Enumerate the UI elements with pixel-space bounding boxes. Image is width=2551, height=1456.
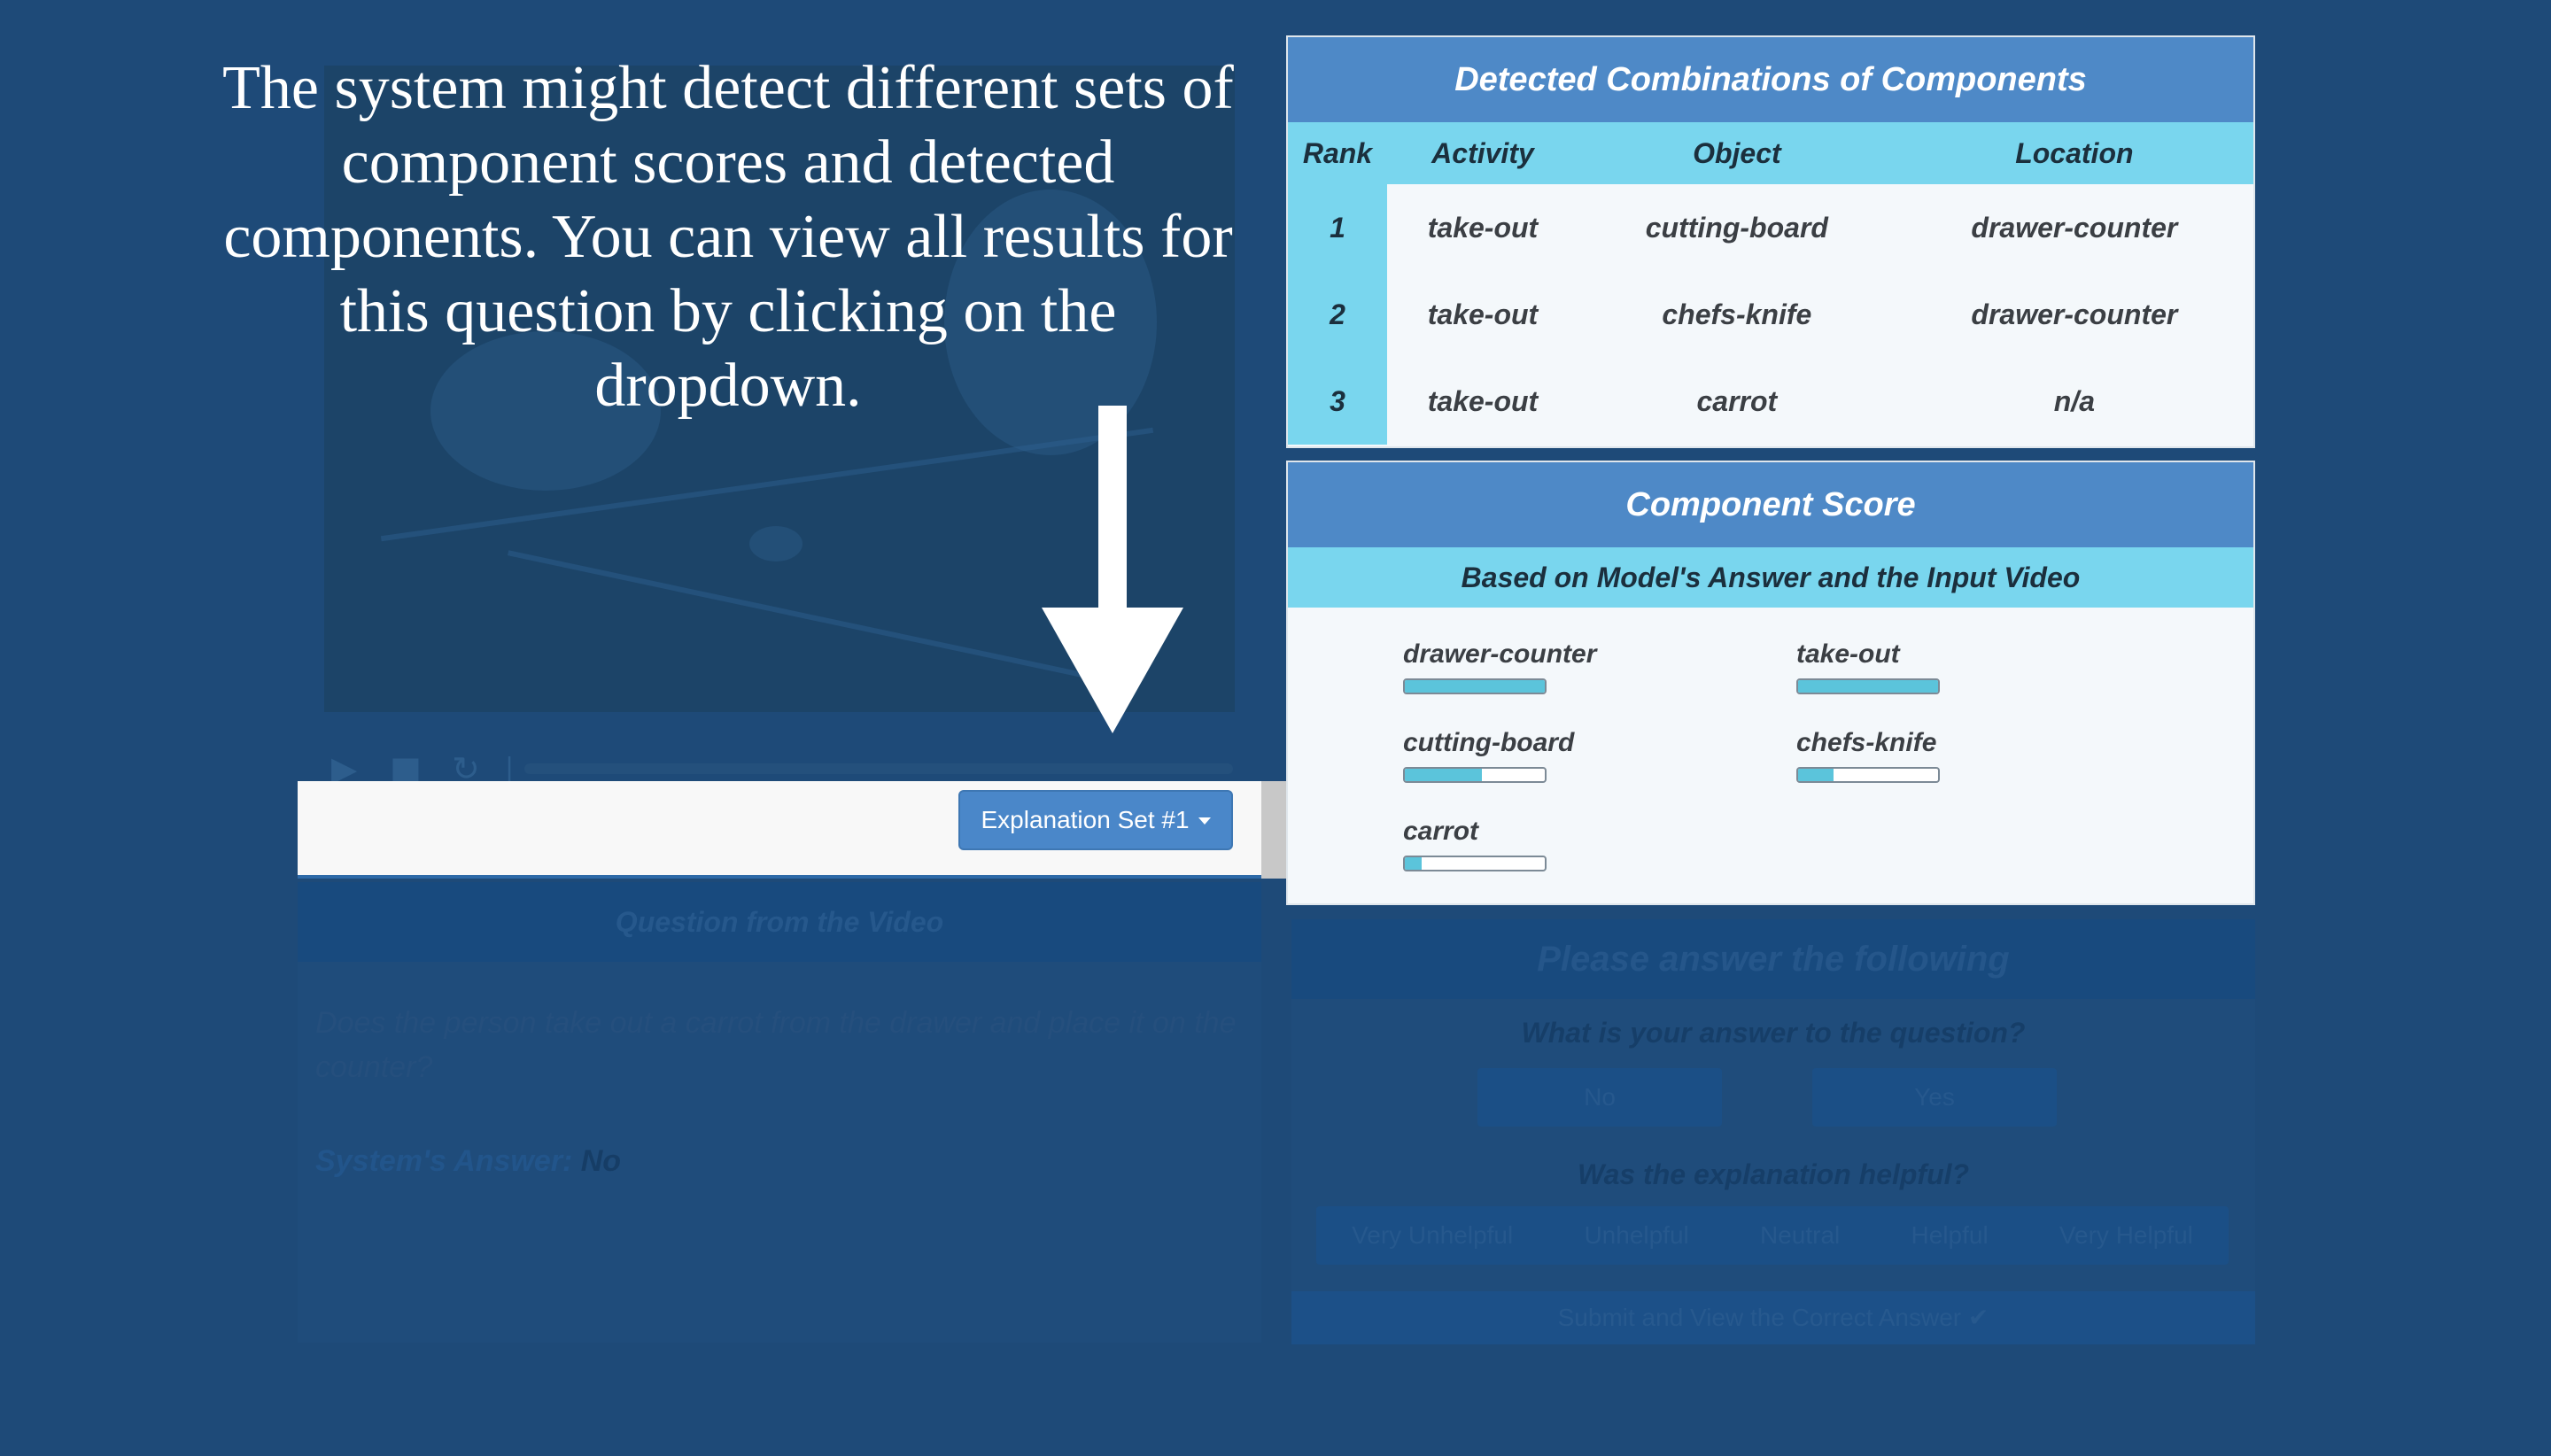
tutorial-instruction-text: The system might detect different sets o…	[222, 54, 1234, 420]
rating-helpful[interactable]: Helpful	[1911, 1221, 1989, 1250]
answer-yes-button[interactable]: Yes	[1812, 1068, 2057, 1127]
submit-label: Submit and View the Correct Answer	[1557, 1304, 1962, 1331]
table-row: 2 take-out chefs-knife drawer-counter	[1288, 271, 2253, 358]
score-item-carrot: carrot	[1403, 817, 1547, 871]
caret-down-icon	[1198, 817, 1211, 825]
score-item-drawer-counter: drawer-counter	[1403, 639, 1596, 694]
score-item-chefs-knife: chefs-knife	[1796, 728, 1940, 783]
score-bar	[1403, 856, 1547, 871]
object-cell: chefs-knife	[1662, 298, 1812, 330]
score-bar-fill	[1405, 680, 1545, 693]
score-bar-fill	[1798, 680, 1938, 693]
rating-neutral[interactable]: Neutral	[1760, 1221, 1840, 1250]
video-seek-bar[interactable]	[524, 763, 1233, 774]
location-cell: drawer-counter	[1971, 298, 2178, 330]
video-frame-detail	[749, 526, 803, 561]
question-text: Does the person take out a carrot from t…	[315, 1006, 1237, 1084]
score-bar	[1796, 678, 1940, 694]
explanation-toolbar: Explanation Set #1	[298, 781, 1261, 879]
answer-no-button[interactable]: No	[1477, 1068, 1722, 1127]
check-circle-icon: ✔	[1967, 1303, 1989, 1332]
column-header-object: Object	[1578, 122, 1896, 184]
activity-cell: take-out	[1427, 298, 1539, 330]
helpfulness-rating-group: Very Unhelpful Unhelpful Neutral Helpful…	[1316, 1206, 2229, 1265]
detected-combinations-panel: Detected Combinations of Components Rank…	[1286, 35, 2255, 448]
column-header-activity: Activity	[1387, 122, 1578, 184]
rank-cell: 2	[1288, 271, 1387, 358]
score-bar	[1403, 767, 1547, 783]
activity-cell: take-out	[1427, 211, 1539, 244]
play-icon[interactable]: ▶	[331, 752, 363, 786]
system-answer-value: No	[580, 1144, 622, 1178]
column-header-rank: Rank	[1288, 122, 1387, 184]
answer-question-label: What is your answer to the question?	[1521, 1017, 2026, 1049]
score-bar-fill	[1405, 857, 1422, 870]
stop-icon[interactable]: ■	[390, 752, 422, 786]
system-answer-label: System's Answer:	[315, 1144, 573, 1178]
question-heading: Question from the Video	[298, 882, 1261, 962]
score-item-take-out: take-out	[1796, 639, 1940, 694]
table-row: 3 take-out carrot n/a	[1288, 358, 2253, 445]
component-score-title: Component Score	[1288, 462, 2253, 547]
score-label: carrot	[1403, 817, 1479, 846]
object-cell: cutting-board	[1645, 211, 1828, 244]
table-header-row: Rank Activity Object Location	[1288, 122, 2253, 184]
score-item-cutting-board: cutting-board	[1403, 728, 1574, 783]
combinations-table: Rank Activity Object Location 1 take-out…	[1288, 122, 2253, 445]
dropdown-label: Explanation Set #1	[981, 806, 1190, 833]
score-label: cutting-board	[1403, 728, 1575, 757]
helpful-question-label: Was the explanation helpful?	[1577, 1158, 1970, 1190]
detected-combinations-title: Detected Combinations of Components	[1288, 37, 2253, 122]
answer-form-heading: Please answer the following	[1291, 919, 2255, 999]
replay-icon[interactable]: ↻	[452, 752, 484, 786]
score-bar-fill	[1405, 769, 1482, 781]
score-bar-fill	[1798, 769, 1834, 781]
component-score-subtitle: Based on Model's Answer and the Input Vi…	[1288, 547, 2253, 608]
rating-very-unhelpful[interactable]: Very Unhelpful	[1352, 1221, 1513, 1250]
activity-cell: take-out	[1427, 384, 1539, 417]
explanation-set-dropdown[interactable]: Explanation Set #1	[958, 790, 1233, 850]
submit-button[interactable]: Submit and View the Correct Answer ✔	[1291, 1291, 2255, 1344]
arrow-down-icon	[1042, 406, 1183, 733]
location-cell: drawer-counter	[1971, 211, 2178, 244]
rank-cell: 3	[1288, 358, 1387, 445]
answer-form: What is your answer to the question? No …	[1291, 999, 2255, 1291]
score-bar	[1796, 767, 1940, 783]
location-cell: n/a	[2053, 384, 2095, 417]
system-answer: System's Answer: No	[315, 1144, 621, 1179]
component-score-panel: Component Score Based on Model's Answer …	[1286, 461, 2255, 905]
score-bar	[1403, 678, 1547, 694]
toolbar-edge	[1261, 781, 1288, 879]
score-label: take-out	[1796, 639, 1900, 669]
rank-cell: 1	[1288, 184, 1387, 271]
score-label: chefs-knife	[1796, 728, 1937, 757]
rating-very-helpful[interactable]: Very Helpful	[2059, 1221, 2193, 1250]
question-panel: Does the person take out a carrot from t…	[298, 962, 1261, 1343]
video-frame-detail	[508, 550, 1115, 685]
object-cell: carrot	[1696, 384, 1778, 417]
rating-unhelpful[interactable]: Unhelpful	[1584, 1221, 1688, 1250]
score-label: drawer-counter	[1403, 639, 1597, 669]
column-header-location: Location	[1895, 122, 2253, 184]
table-row: 1 take-out cutting-board drawer-counter	[1288, 184, 2253, 271]
